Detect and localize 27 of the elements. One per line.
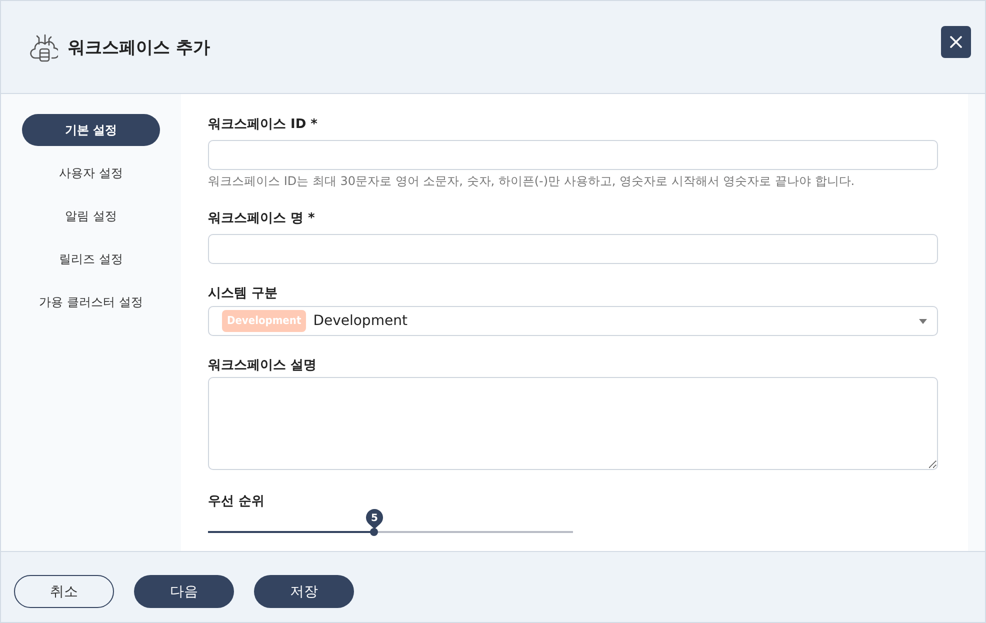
caret-icon bbox=[919, 318, 927, 324]
sidebar-item[interactable]: 가용 클러스터 설정 bbox=[22, 286, 160, 318]
cloud-database-icon bbox=[30, 32, 58, 62]
field-label: 시스템 구분 bbox=[208, 285, 279, 303]
field-hint: 워크스페이스 ID는 최대 30문자로 영어 소문자, 숫자, 하이픈(-)만 사용하고, 영숫자로 시작해서 영숫자로 끝나야 합니다. bbox=[208, 173, 856, 189]
cancel-button[interactable]: 취소 bbox=[14, 575, 114, 608]
close-button[interactable] bbox=[941, 26, 971, 58]
field-label: 워크스페이스 ID * bbox=[208, 116, 318, 134]
value-bubble: 5 bbox=[366, 509, 383, 529]
description-field[interactable] bbox=[208, 377, 938, 470]
field-label: 워크스페이스 설명 bbox=[208, 357, 318, 375]
slider-thumb[interactable] bbox=[370, 528, 378, 536]
field-label: 우선 순위 bbox=[208, 493, 266, 511]
sidebar-item[interactable]: 사용자 설정 bbox=[22, 157, 160, 189]
sidebar-item[interactable]: 기본 설정 bbox=[22, 114, 160, 146]
sidebar-item[interactable]: 알림 설정 bbox=[22, 200, 160, 232]
dialog-title: 워크스페이스 추가 bbox=[68, 36, 211, 58]
environment-tag: Development bbox=[222, 310, 306, 332]
sidebar-item[interactable]: 릴리즈 설정 bbox=[22, 243, 160, 275]
action-button[interactable]: 다음 bbox=[134, 575, 234, 608]
close-icon bbox=[950, 36, 962, 48]
input-field[interactable] bbox=[208, 234, 938, 264]
action-button[interactable]: 저장 bbox=[254, 575, 354, 608]
field-label: 워크스페이스 명 * bbox=[208, 210, 316, 228]
system-select[interactable]: Development Development bbox=[208, 306, 938, 336]
input-field[interactable] bbox=[208, 140, 938, 170]
select-value: Development bbox=[313, 313, 408, 329]
